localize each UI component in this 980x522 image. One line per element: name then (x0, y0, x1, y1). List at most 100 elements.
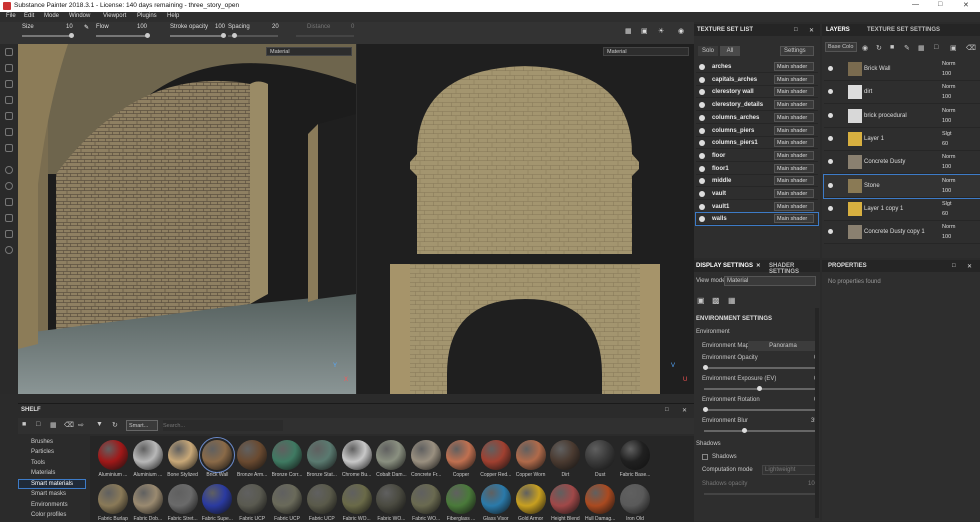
stroke-opacity-slider[interactable] (170, 33, 226, 38)
flow-value[interactable]: 100 (137, 24, 147, 30)
visibility-icon[interactable] (699, 102, 705, 109)
texture-set-row[interactable]: vault Main shader (696, 188, 818, 200)
shader-select[interactable]: Main shader (774, 138, 814, 148)
smart-material-thumbnail[interactable] (480, 440, 511, 470)
display-camera-icon[interactable]: ▩ (712, 296, 720, 305)
settings-icon[interactable] (5, 246, 13, 254)
tsl-settings-dropdown[interactable]: Settings (780, 46, 814, 56)
shader-select[interactable]: Main shader (774, 201, 814, 211)
tab-layers[interactable]: LAYERS (826, 27, 850, 33)
category-particles[interactable]: Particles (31, 449, 54, 455)
texture-set-row[interactable]: vault1 Main shader (696, 201, 818, 213)
paint-tool-icon[interactable] (5, 48, 13, 56)
visibility-icon[interactable] (699, 216, 705, 223)
shelf-maximize-icon[interactable]: □ (665, 407, 669, 413)
layer-row[interactable]: Brick Wall Norm 100 (824, 58, 980, 81)
layer-opacity[interactable]: 60 (942, 141, 948, 147)
smart-material-thumbnail[interactable] (585, 440, 616, 470)
env-rotation-slider[interactable] (704, 409, 816, 411)
smart-material-thumbnail[interactable] (132, 440, 163, 470)
smart-material-thumbnail[interactable] (585, 484, 616, 514)
shader-select[interactable]: Main shader (774, 189, 814, 198)
bake-icon[interactable] (5, 166, 13, 174)
texture-set-row[interactable]: floor Main shader (696, 150, 818, 162)
menu-mode[interactable]: Mode (44, 13, 59, 19)
texture-set-row[interactable]: middle Main shader (696, 175, 818, 188)
smart-material-thumbnail[interactable] (411, 440, 442, 470)
layer-row[interactable]: Layer 1 Slgt 60 (824, 128, 980, 151)
layer-opacity[interactable]: 100 (942, 118, 951, 124)
visibility-icon[interactable] (699, 127, 705, 134)
layer-row[interactable]: Layer 1 copy 1 Slgt 60 (824, 198, 980, 221)
smart-material-thumbnail[interactable] (515, 440, 546, 470)
visibility-icon[interactable] (699, 114, 705, 121)
category-color-profiles[interactable]: Color profiles (31, 512, 66, 518)
viewport-2d[interactable]: V U Material (357, 44, 694, 394)
smart-material-thumbnail[interactable] (306, 440, 337, 470)
layer-blend-mode[interactable]: Norm (942, 154, 955, 160)
all-button[interactable]: All (720, 46, 740, 56)
category-tools[interactable]: Tools (31, 460, 45, 466)
shader-select[interactable]: Main shader (774, 62, 814, 71)
smart-material-thumbnail[interactable] (306, 484, 337, 514)
visibility-icon[interactable] (699, 152, 705, 159)
layer-blend-mode[interactable]: Slgt (942, 131, 951, 137)
close-icon[interactable]: ✕ (963, 1, 969, 9)
add-paint-layer-icon[interactable]: ✎ (904, 44, 910, 52)
category-smart-masks[interactable]: Smart masks (31, 491, 66, 497)
smart-material-thumbnail[interactable] (272, 484, 302, 514)
delete-layer-icon[interactable]: ⌫ (966, 44, 976, 52)
spacing-slider[interactable] (228, 33, 278, 38)
menu-window[interactable]: Window (69, 13, 90, 19)
layer-opacity[interactable]: 100 (942, 188, 951, 194)
smart-material-thumbnail[interactable] (480, 484, 511, 514)
smart-material-thumbnail[interactable] (199, 437, 236, 473)
layer-row[interactable]: Concrete Dusty Norm 100 (824, 151, 980, 175)
stroke-opacity-value[interactable]: 100 (215, 24, 225, 30)
layer-row[interactable]: Concrete Dusty copy 1 Norm 100 (824, 221, 980, 245)
filter-icon[interactable]: ▼ (96, 421, 103, 428)
shadows-checkbox[interactable] (702, 454, 708, 460)
polygon-fill-icon[interactable] (5, 96, 13, 104)
menu-viewport[interactable]: Viewport (103, 13, 126, 19)
smart-material-thumbnail[interactable] (202, 484, 233, 514)
remove-icon[interactable]: ⌫ (64, 421, 74, 429)
flow-slider[interactable] (96, 33, 150, 38)
visibility-icon[interactable] (699, 165, 705, 172)
eraser-tool-icon[interactable] (5, 64, 13, 72)
smart-material-thumbnail[interactable] (167, 440, 198, 470)
viewport-2d-mode-select[interactable]: Material (603, 47, 689, 56)
category-brushes[interactable]: Brushes (31, 439, 53, 445)
layer-opacity[interactable]: 100 (942, 164, 951, 170)
shader-select[interactable]: Main shader (774, 176, 814, 186)
shader-select[interactable]: Main shader (774, 163, 814, 173)
size-slider[interactable] (22, 33, 74, 38)
light-icon[interactable]: ☀ (658, 27, 664, 35)
visibility-icon[interactable] (699, 140, 705, 147)
smart-material-thumbnail[interactable] (550, 484, 581, 514)
brush-icon[interactable]: ✎ (84, 24, 89, 31)
layer-blend-mode[interactable]: Norm (942, 61, 955, 67)
menu-edit[interactable]: Edit (24, 13, 34, 19)
view-mode-select[interactable]: Material (724, 276, 816, 286)
layer-visibility-icon[interactable] (828, 135, 833, 141)
menu-file[interactable]: File (6, 13, 16, 19)
add-mask-icon[interactable]: ■ (890, 44, 894, 51)
layer-blend-mode[interactable]: Slgt (942, 201, 951, 207)
visibility-icon[interactable] (699, 64, 705, 70)
projection-tool-icon[interactable] (5, 80, 13, 88)
texture-set-row[interactable]: columns_piers1 Main shader (696, 137, 818, 150)
layer-opacity[interactable]: 100 (942, 234, 951, 240)
layer-opacity[interactable]: 100 (942, 71, 951, 77)
properties-maximize-icon[interactable]: □ (952, 263, 956, 269)
env-opacity-handle[interactable] (703, 365, 708, 370)
texture-set-row[interactable]: arches Main shader (696, 61, 818, 73)
layer-visibility-icon[interactable] (828, 89, 833, 95)
display-fit-icon[interactable]: ▦ (728, 296, 736, 305)
layer-visibility-icon[interactable] (828, 66, 833, 71)
tab-display-settings[interactable]: DISPLAY SETTINGS (696, 263, 753, 269)
new-folder-icon[interactable]: □ (36, 421, 40, 428)
refresh-icon[interactable]: ↻ (112, 421, 118, 429)
smart-material-thumbnail[interactable] (237, 484, 268, 514)
smart-material-thumbnail[interactable] (341, 484, 372, 514)
